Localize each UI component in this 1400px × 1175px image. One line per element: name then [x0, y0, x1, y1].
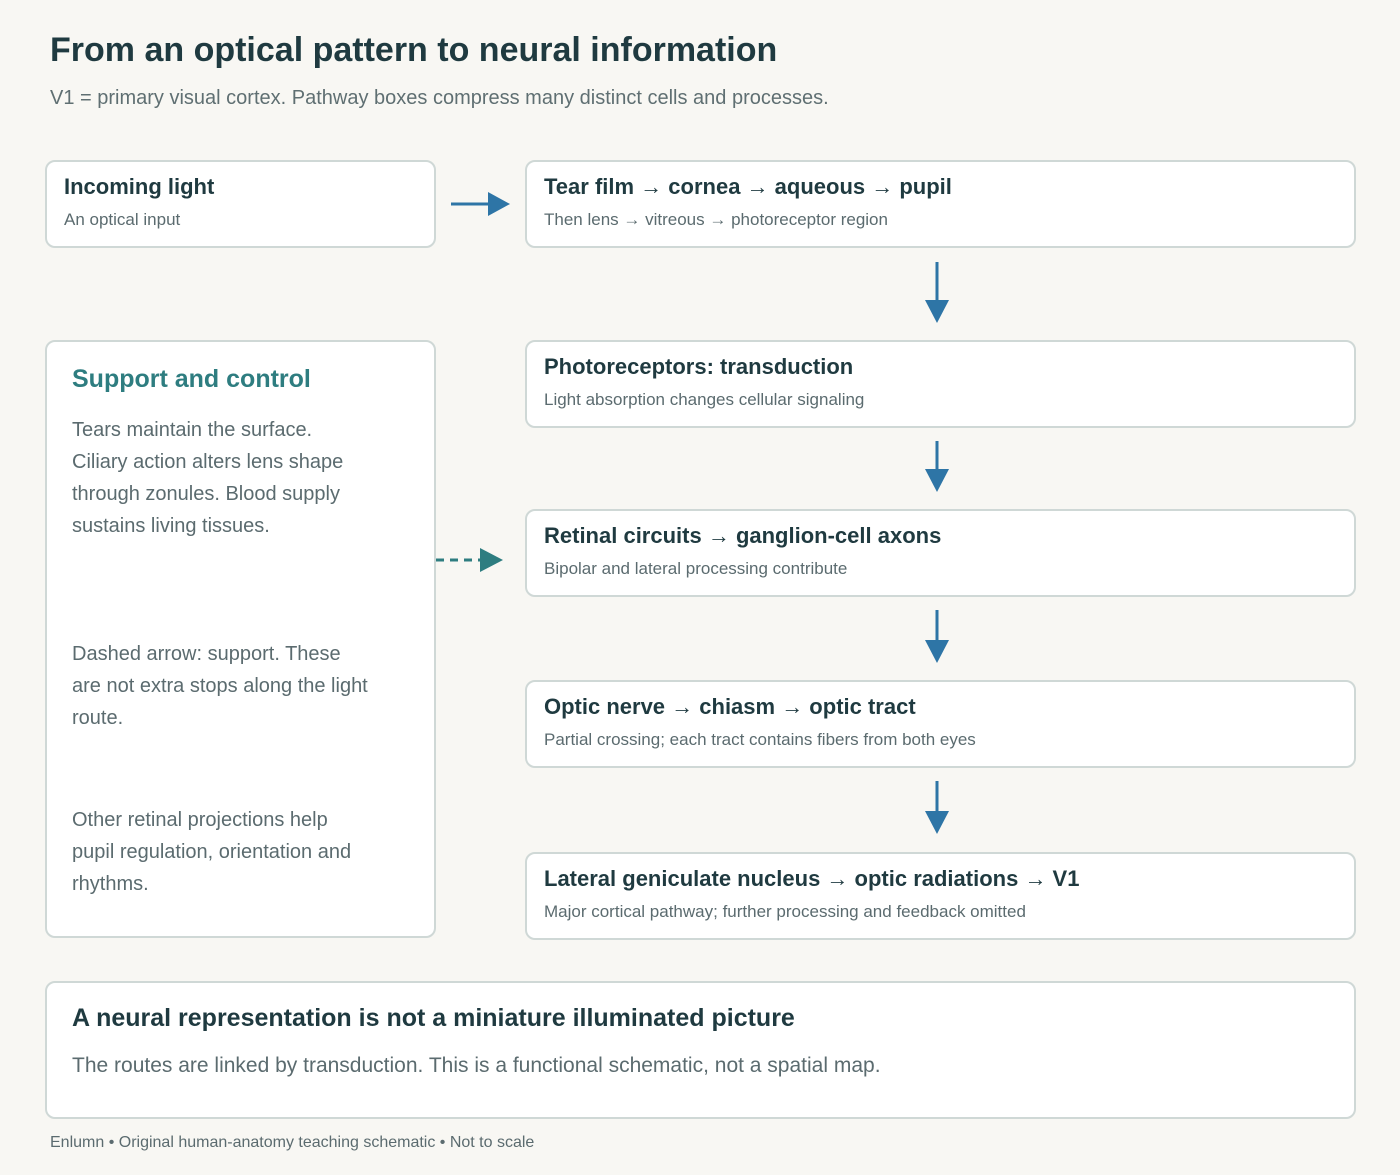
arrow-optic-nerve-to-lgn [925, 781, 949, 834]
arrow-retinal-circuits-to-optic-nerve [925, 610, 949, 663]
arrow-input-to-optics [451, 192, 510, 216]
flow-arrows [436, 192, 949, 834]
dashed-support-arrow [436, 548, 503, 572]
arrow-optics-to-photoreceptors [925, 262, 949, 323]
arrow-photoreceptors-to-retinal-circuits [925, 441, 949, 492]
